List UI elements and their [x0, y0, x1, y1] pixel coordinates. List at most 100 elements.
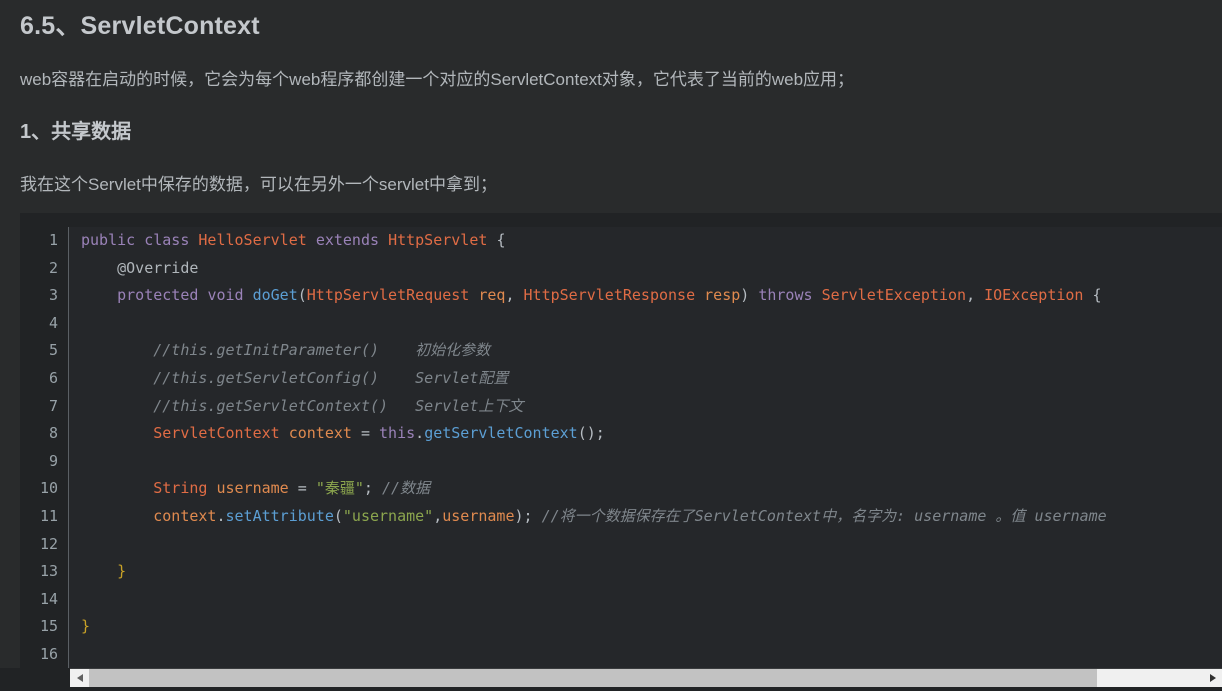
- line-number: 6: [48, 368, 58, 387]
- line-number: 14: [39, 589, 58, 608]
- code-token-punc: ;: [363, 479, 382, 498]
- code-token-fn: doGet: [252, 286, 298, 305]
- code-line: protected void doGet(HttpServletRequest …: [81, 282, 1222, 310]
- code-line: @Override: [81, 255, 1222, 283]
- intro-paragraph: web容器在启动的时候，它会为每个web程序都创建一个对应的ServletCon…: [20, 70, 855, 89]
- code-token-cmt: //this.getInitParameter() 初始化参数: [81, 341, 491, 360]
- code-token-str: "username": [342, 506, 434, 525]
- code-token-ident: username: [216, 479, 298, 498]
- code-line: //this.getInitParameter() 初始化参数: [81, 337, 1222, 365]
- code-token-kw: class: [144, 231, 199, 249]
- line-number: 11: [39, 506, 58, 525]
- code-token-cmt: //数据: [381, 479, 430, 498]
- code-token-punc: [81, 507, 153, 525]
- code-token-cmt: //将一个数据保存在了ServletContext中，名字为: username…: [541, 506, 1107, 525]
- code-content: public class HelloServlet extends HttpSe…: [69, 227, 1222, 669]
- code-line: ServletContext context = this.getServlet…: [81, 420, 1222, 448]
- line-number-gutter: 1 2 3 4 5 6 7 8 9 10 11 12 13 14 15 16: [20, 227, 69, 673]
- line-number: 13: [39, 562, 58, 581]
- code-token-ident: resp: [704, 286, 741, 305]
- line-number: 5: [48, 341, 58, 360]
- code-token-punc: [81, 479, 153, 497]
- code-token-punc: ();: [577, 424, 605, 443]
- code-token-brace: }: [117, 562, 127, 581]
- article-page: 6.5、ServletContext web容器在启动的时候，它会为每个web程…: [0, 0, 1222, 691]
- code-block[interactable]: 1 2 3 4 5 6 7 8 9 10 11 12 13 14 15 16 public class Hel…: [20, 213, 1222, 691]
- code-token-kw: public: [81, 231, 145, 249]
- section-paragraph: 我在这个Servlet中保存的数据，可以在另外一个servlet中拿到；: [20, 175, 497, 194]
- code-token-punc: (: [333, 506, 343, 525]
- code-token-type: HttpServletResponse: [523, 286, 705, 305]
- code-token-ident: req: [478, 286, 506, 305]
- code-token-type: HttpServlet: [388, 231, 497, 249]
- section-heading: 1、共享数据: [20, 121, 132, 143]
- code-token-brace: }: [81, 617, 91, 636]
- line-number: 7: [48, 396, 58, 415]
- code-line: }: [81, 613, 1222, 641]
- code-token-type: HelloServlet: [198, 231, 316, 249]
- scroll-left-button[interactable]: [70, 669, 89, 687]
- code-token-punc: [81, 562, 117, 580]
- line-number: 9: [48, 451, 58, 470]
- code-token-punc: );: [514, 506, 542, 525]
- code-token-fn: setAttribute: [225, 506, 334, 525]
- code-block-top-strip: [20, 213, 1222, 227]
- horizontal-scrollbar[interactable]: [70, 668, 1222, 687]
- code-token-kw: void: [207, 286, 253, 305]
- code-token-fn: getServletContext: [424, 424, 578, 443]
- code-token-ident: context: [153, 506, 217, 525]
- code-token-kw: protected: [117, 286, 208, 305]
- code-token-type: ServletException: [821, 286, 967, 305]
- code-scroll-viewport[interactable]: public class HelloServlet extends HttpSe…: [69, 227, 1222, 673]
- line-number: 1: [48, 231, 58, 249]
- line-number: 16: [39, 644, 58, 663]
- scroll-right-button[interactable]: [1203, 669, 1222, 687]
- code-token-type: String: [153, 479, 217, 498]
- code-token-kw: this: [379, 424, 416, 443]
- scrollbar-thumb[interactable]: [89, 669, 1098, 687]
- code-token-type: IOException: [984, 286, 1093, 305]
- code-token-anno: @Override: [81, 258, 199, 277]
- code-token-punc: .: [415, 424, 425, 443]
- scrollbar-track[interactable]: [89, 669, 1203, 687]
- code-token-ident: username: [442, 506, 515, 525]
- code-token-type: ServletContext: [153, 424, 289, 443]
- code-line: //this.getServletConfig() Servlet配置: [81, 365, 1222, 393]
- line-number: 15: [39, 617, 58, 636]
- line-number: 8: [48, 424, 58, 443]
- code-token-punc: [81, 286, 117, 304]
- chevron-right-icon: [1209, 674, 1216, 682]
- code-line: }: [81, 558, 1222, 586]
- article-text-region: 6.5、ServletContext web容器在启动的时候，它会为每个web程…: [0, 0, 1222, 196]
- code-block-body: 1 2 3 4 5 6 7 8 9 10 11 12 13 14 15 16 public class Hel…: [20, 227, 1222, 673]
- code-line: String username = "秦疆"; //数据: [81, 475, 1222, 503]
- line-number: 2: [48, 258, 58, 277]
- line-number: 4: [48, 313, 58, 332]
- code-token-punc: ): [740, 286, 759, 305]
- line-number: 3: [48, 286, 58, 305]
- code-token-str: "秦疆": [315, 479, 364, 498]
- code-token-cmt: //this.getServletConfig() Servlet配置: [81, 368, 509, 387]
- code-token-punc: =: [360, 424, 380, 443]
- code-token-punc: {: [496, 231, 506, 249]
- chevron-left-icon: [76, 674, 83, 682]
- code-token-punc: ,: [433, 506, 443, 525]
- code-line: //this.getServletContext() Servlet上下文: [81, 393, 1222, 421]
- code-token-punc: [81, 424, 153, 442]
- code-token-ident: context: [288, 424, 361, 443]
- code-line: context.setAttribute("username",username…: [81, 503, 1222, 531]
- line-number: 12: [39, 534, 58, 553]
- page-title: 6.5、ServletContext: [20, 12, 260, 40]
- code-token-punc: ,: [966, 286, 985, 305]
- code-token-kw: throws: [758, 286, 822, 305]
- code-token-punc: {: [1092, 286, 1102, 305]
- code-token-punc: ,: [505, 286, 524, 305]
- code-token-cmt: //this.getServletContext() Servlet上下文: [81, 396, 524, 415]
- code-token-kw: extends: [315, 231, 389, 249]
- code-token-punc: =: [297, 479, 316, 498]
- code-token-punc: .: [216, 506, 226, 525]
